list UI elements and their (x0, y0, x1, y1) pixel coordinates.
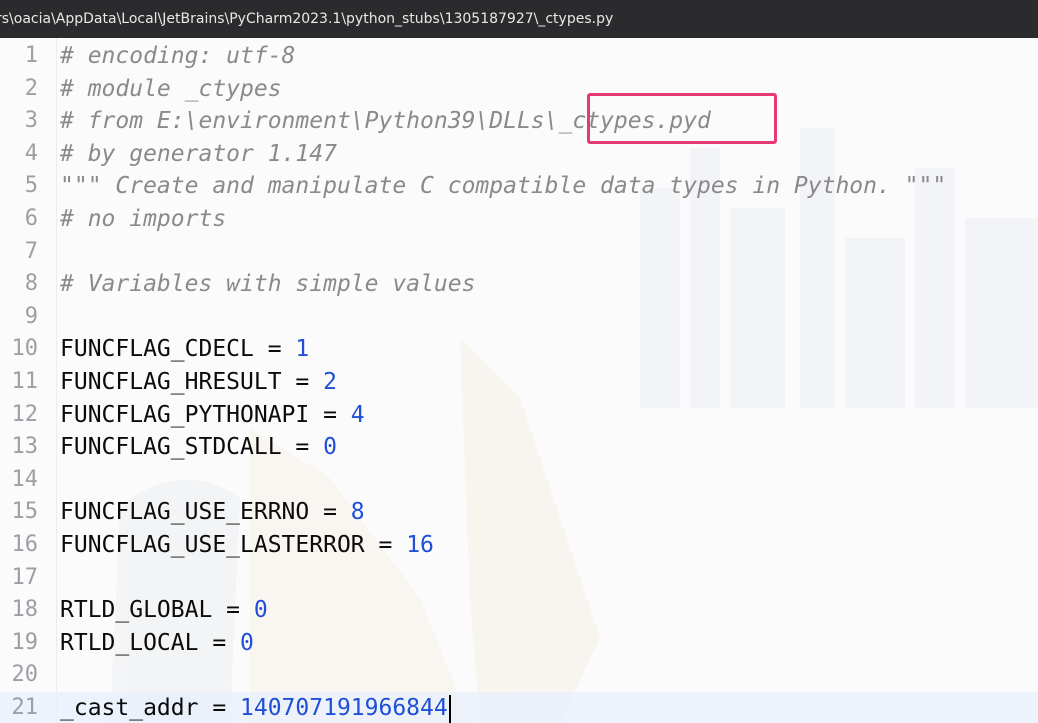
line-number: 12 (11, 401, 39, 427)
assignment-text: FUNCFLAG_CDECL = (60, 336, 296, 363)
number-literal: 4 (350, 401, 365, 428)
line-code: RTLD_LOCAL = 0 (60, 627, 254, 660)
code-line[interactable]: 20 (0, 659, 1038, 692)
line-code: FUNCFLAG_USE_LASTERROR = 16 (60, 529, 434, 562)
assignment-text: FUNCFLAG_USE_ERRNO = (60, 499, 351, 526)
code-line[interactable]: 19 RTLD_LOCAL = 0 (0, 627, 1038, 660)
number-literal: 0 (240, 629, 254, 656)
line-code: # no imports (60, 203, 226, 236)
code-line[interactable]: 2 # module _ctypes (0, 73, 1038, 106)
line-number: 17 (11, 564, 39, 590)
code-line[interactable]: 10 FUNCFLAG_CDECL = 1 (0, 333, 1038, 366)
comment-text: # module _ctypes (60, 75, 282, 102)
comment-text: # no imports (60, 206, 227, 232)
pycharm-window: rs\oacia\AppData\Local\JetBrains\PyCharm… (0, 0, 1038, 723)
line-code: FUNCFLAG_USE_ERRNO = 8 (60, 496, 365, 529)
line-number: 15 (11, 499, 39, 525)
line-code: # Variables with simple values (60, 268, 475, 301)
line-code: """ Create and manipulate C compatible d… (60, 170, 946, 203)
assignment-text: FUNCFLAG_HRESULT = (60, 369, 324, 395)
code-line[interactable]: 14 (0, 464, 1038, 497)
comment-text: """ Create and manipulate C compatible d… (60, 173, 947, 200)
line-number: 7 (24, 238, 38, 264)
code-line[interactable]: 18 RTLD_GLOBAL = 0 (0, 594, 1038, 627)
line-number: 1 (24, 43, 38, 68)
number-literal: 1 (295, 336, 310, 363)
assignment-text: FUNCFLAG_USE_LASTERROR = (60, 532, 407, 558)
line-number: 3 (24, 108, 38, 134)
file-path-title: rs\oacia\AppData\Local\JetBrains\PyCharm… (0, 11, 614, 27)
code-line[interactable]: 6 # no imports (0, 203, 1038, 236)
code-line[interactable]: 8 # Variables with simple values (0, 268, 1038, 301)
line-code: # encoding: utf-8 (60, 40, 295, 73)
assignment-text: RTLD_LOCAL = (60, 629, 241, 656)
line-code: FUNCFLAG_STDCALL = 0 (60, 431, 337, 464)
highlight-annotation-box (587, 93, 777, 144)
assignment-text: _cast_addr = (60, 695, 241, 721)
code-line[interactable]: 11 FUNCFLAG_HRESULT = 2 (0, 366, 1038, 399)
line-number: 5 (24, 173, 38, 199)
assignment-text: RTLD_GLOBAL = (60, 597, 254, 624)
line-number: 9 (24, 303, 38, 329)
number-literal: 0 (323, 434, 337, 461)
line-number: 13 (11, 434, 39, 460)
number-literal: 0 (253, 597, 268, 624)
line-number: 2 (24, 75, 38, 101)
line-code: FUNCFLAG_HRESULT = 2 (60, 366, 337, 399)
number-literal: 2 (323, 369, 337, 395)
code-line[interactable]: 17 (0, 562, 1038, 595)
line-code: FUNCFLAG_CDECL = 1 (60, 333, 309, 366)
code-line[interactable]: 9 (0, 301, 1038, 334)
line-code: _cast_addr = 140707191966844 (60, 692, 451, 723)
line-number: 21 (11, 695, 39, 720)
code-line[interactable]: 16 FUNCFLAG_USE_LASTERROR = 16 (0, 529, 1038, 562)
line-number: 16 (11, 532, 39, 557)
line-number: 10 (11, 336, 39, 362)
assignment-text: FUNCFLAG_PYTHONAPI = (60, 401, 351, 428)
code-line[interactable]: 7 (0, 236, 1038, 269)
code-line[interactable]: 15 FUNCFLAG_USE_ERRNO = 8 (0, 496, 1038, 529)
comment-text: # by generator 1.147 (60, 140, 337, 167)
code-editor[interactable]: 1 # encoding: utf-8 2 # module _ctypes 3 # fr… (0, 38, 1038, 723)
comment-text: # encoding: utf-8 (60, 43, 296, 69)
line-code: FUNCFLAG_PYTHONAPI = 4 (60, 399, 365, 432)
number-literal: 16 (406, 532, 434, 558)
line-number: 4 (24, 140, 38, 166)
line-code: # module _ctypes (60, 73, 282, 106)
window-title-bar: rs\oacia\AppData\Local\JetBrains\PyCharm… (0, 0, 1038, 38)
number-literal: 8 (350, 499, 365, 526)
comment-text: # Variables with simple values (60, 271, 476, 298)
code-line[interactable]: 4 # by generator 1.147 (0, 138, 1038, 171)
code-line[interactable]: 21 _cast_addr = 140707191966844 (0, 692, 1038, 723)
line-number: 8 (24, 271, 38, 297)
code-line[interactable]: 13 FUNCFLAG_STDCALL = 0 (0, 431, 1038, 464)
text-caret (448, 694, 451, 723)
code-line[interactable]: 5 """ Create and manipulate C compatible … (0, 170, 1038, 203)
number-literal: 140707191966844 (240, 695, 448, 721)
line-number: 18 (11, 597, 39, 623)
line-code: # by generator 1.147 (60, 138, 337, 171)
line-code: RTLD_GLOBAL = 0 (60, 594, 268, 627)
code-line[interactable]: 1 # encoding: utf-8 (0, 40, 1038, 73)
line-number: 14 (11, 466, 39, 492)
line-number: 6 (24, 206, 38, 231)
line-number: 11 (11, 369, 39, 394)
code-line[interactable]: 12 FUNCFLAG_PYTHONAPI = 4 (0, 399, 1038, 432)
line-number: 20 (11, 662, 39, 688)
code-line[interactable]: 3 # from E:\environment\Python39\DLLs\_ct… (0, 105, 1038, 138)
line-number: 19 (11, 629, 39, 655)
assignment-text: FUNCFLAG_STDCALL = (60, 434, 324, 461)
